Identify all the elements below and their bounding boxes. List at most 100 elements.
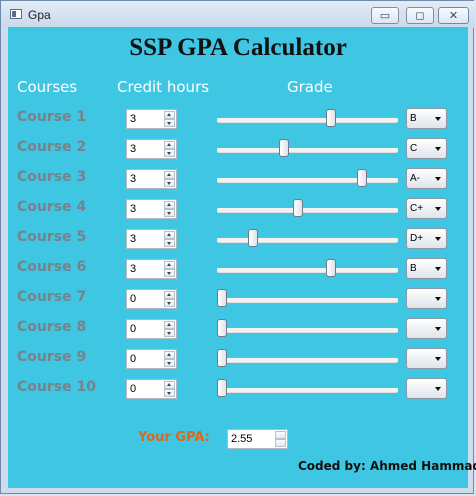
spin-down-icon[interactable] [164,149,175,157]
grade-slider[interactable] [217,319,398,339]
credit-hours-spinner[interactable]: 0 [126,379,177,399]
grade-dropdown[interactable] [406,348,447,369]
slider-track[interactable] [217,147,398,153]
grade-value: A- [410,173,420,184]
spin-down-icon[interactable] [164,389,175,397]
dropdown-caret-icon [435,297,441,301]
slider-thumb[interactable] [293,199,303,217]
dropdown-caret-icon [435,117,441,121]
credit-hours-spinner[interactable]: 3 [126,259,177,279]
grade-slider[interactable] [217,289,398,309]
grade-slider[interactable] [217,379,398,399]
credit-hours-spinner[interactable]: 3 [126,229,177,249]
header-courses: Courses [17,78,78,96]
spin-down-icon[interactable] [275,439,286,447]
close-button[interactable]: ✕ [438,7,469,24]
slider-track[interactable] [217,177,398,183]
app-title: SSP GPA Calculator [129,34,347,61]
header-grade: Grade [287,78,333,96]
spin-up-icon[interactable] [164,261,175,269]
slider-track[interactable] [217,207,398,213]
grade-slider[interactable] [217,109,398,129]
slider-track[interactable] [217,237,398,243]
spin-up-icon[interactable] [164,321,175,329]
spin-up-icon[interactable] [275,431,286,439]
window-title: Gpa [28,8,51,22]
spin-down-icon[interactable] [164,179,175,187]
grade-dropdown[interactable]: C+ [406,198,447,219]
spin-down-icon[interactable] [164,209,175,217]
grade-value: D+ [410,233,424,244]
title-bar[interactable]: Gpa ▭ ◻ ✕ [1,1,475,28]
slider-thumb[interactable] [217,289,227,307]
credit-hours-spinner[interactable]: 0 [126,319,177,339]
spin-down-icon[interactable] [164,239,175,247]
grade-slider[interactable] [217,169,398,189]
spin-up-icon[interactable] [164,291,175,299]
slider-thumb[interactable] [217,349,227,367]
grade-value: B [410,263,417,274]
dropdown-caret-icon [435,357,441,361]
grade-slider[interactable] [217,229,398,249]
slider-thumb[interactable] [217,319,227,337]
grade-dropdown[interactable]: D+ [406,228,447,249]
grade-dropdown[interactable]: B [406,258,447,279]
dropdown-caret-icon [435,327,441,331]
grade-value: C [410,143,418,154]
credit-hours-value: 0 [130,293,137,305]
maximize-icon: ◻ [415,9,425,22]
slider-track[interactable] [217,387,398,393]
slider-thumb[interactable] [248,229,258,247]
minimize-button[interactable]: ▭ [371,7,399,24]
window-app-icon [10,9,22,19]
grade-dropdown[interactable]: A- [406,168,447,189]
spin-up-icon[interactable] [164,201,175,209]
spin-up-icon[interactable] [164,351,175,359]
credit-hours-spinner[interactable]: 3 [126,169,177,189]
credit-hours-spinner[interactable]: 3 [126,139,177,159]
slider-thumb[interactable] [326,109,336,127]
maximize-button[interactable]: ◻ [406,7,434,24]
slider-track[interactable] [217,297,398,303]
grade-slider[interactable] [217,259,398,279]
dropdown-caret-icon [435,237,441,241]
credit-hours-spinner[interactable]: 0 [126,289,177,309]
credit-hours-spinner[interactable]: 3 [126,199,177,219]
grade-dropdown[interactable]: C [406,138,447,159]
course-label: Course 9 [17,349,87,365]
gpa-value-field[interactable]: 2.55 [227,429,288,449]
slider-track[interactable] [217,357,398,363]
course-label: Course 3 [17,169,87,185]
grade-dropdown[interactable] [406,378,447,399]
slider-track[interactable] [217,327,398,333]
slider-thumb[interactable] [279,139,289,157]
dropdown-caret-icon [435,177,441,181]
slider-thumb[interactable] [217,379,227,397]
grade-dropdown[interactable]: B [406,108,447,129]
spin-up-icon[interactable] [164,111,175,119]
credit-hours-value: 0 [130,353,137,365]
credit-hours-value: 3 [130,143,137,155]
spin-down-icon[interactable] [164,269,175,277]
spin-down-icon[interactable] [164,329,175,337]
grade-slider[interactable] [217,199,398,219]
spin-up-icon[interactable] [164,231,175,239]
spin-down-icon[interactable] [164,359,175,367]
spin-up-icon[interactable] [164,171,175,179]
spin-down-icon[interactable] [164,299,175,307]
course-label: Course 1 [17,109,87,125]
slider-thumb[interactable] [326,259,336,277]
credit-hours-value: 3 [130,173,137,185]
slider-thumb[interactable] [357,169,367,187]
spin-down-icon[interactable] [164,119,175,127]
grade-slider[interactable] [217,349,398,369]
slider-track[interactable] [217,267,398,273]
credit-hours-spinner[interactable]: 3 [126,109,177,129]
spin-up-icon[interactable] [164,381,175,389]
grade-slider[interactable] [217,139,398,159]
credit-hours-spinner[interactable]: 0 [126,349,177,369]
slider-track[interactable] [217,117,398,123]
grade-dropdown[interactable] [406,288,447,309]
spin-up-icon[interactable] [164,141,175,149]
grade-dropdown[interactable] [406,318,447,339]
